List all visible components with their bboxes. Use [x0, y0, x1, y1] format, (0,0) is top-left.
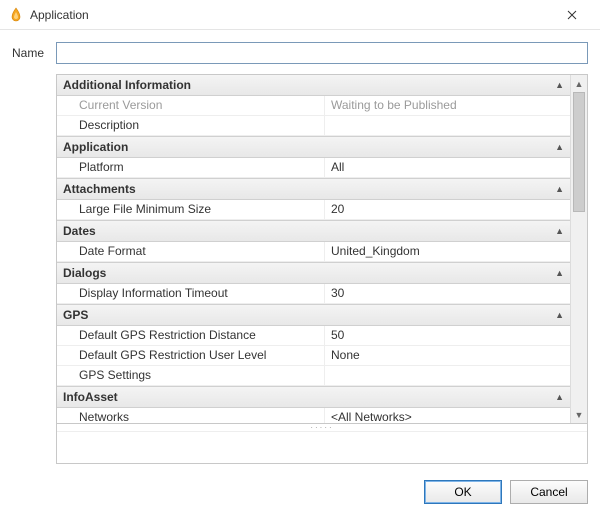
- property-row[interactable]: Default GPS Restriction Distance50: [57, 326, 570, 346]
- property-value[interactable]: All: [325, 158, 570, 177]
- category-label: Dates: [63, 224, 555, 238]
- category-label: Application: [63, 140, 555, 154]
- property-value[interactable]: United_Kingdom: [325, 242, 570, 261]
- property-key: GPS Settings: [57, 366, 325, 385]
- property-key: Networks: [57, 408, 325, 423]
- app-icon: [8, 7, 24, 23]
- property-value[interactable]: None: [325, 346, 570, 365]
- property-row[interactable]: PlatformAll: [57, 158, 570, 178]
- resize-handle[interactable]: ·····: [57, 424, 587, 432]
- titlebar: Application: [0, 0, 600, 30]
- category-header[interactable]: GPS▲: [57, 304, 570, 326]
- property-key: Description: [57, 116, 325, 135]
- button-row: OK Cancel: [0, 470, 600, 514]
- collapse-icon[interactable]: ▲: [555, 310, 564, 320]
- content: Name Additional Information▲Current Vers…: [0, 30, 600, 470]
- scroll-thumb[interactable]: [573, 92, 585, 212]
- property-value[interactable]: [325, 116, 570, 135]
- category-label: Dialogs: [63, 266, 555, 280]
- property-key: Date Format: [57, 242, 325, 261]
- name-row: Name: [12, 42, 588, 64]
- property-value[interactable]: [325, 366, 570, 385]
- property-grid-body[interactable]: Additional Information▲Current VersionWa…: [57, 75, 570, 423]
- category-label: GPS: [63, 308, 555, 322]
- property-row[interactable]: Current VersionWaiting to be Published: [57, 96, 570, 116]
- category-label: InfoAsset: [63, 390, 555, 404]
- scroll-up-icon[interactable]: ▲: [571, 75, 587, 92]
- property-value[interactable]: 50: [325, 326, 570, 345]
- scroll-down-icon[interactable]: ▼: [571, 406, 587, 423]
- category-header[interactable]: Dialogs▲: [57, 262, 570, 284]
- property-value[interactable]: 30: [325, 284, 570, 303]
- property-key: Large File Minimum Size: [57, 200, 325, 219]
- category-header[interactable]: Dates▲: [57, 220, 570, 242]
- property-grid: Additional Information▲Current VersionWa…: [56, 74, 588, 424]
- collapse-icon[interactable]: ▲: [555, 80, 564, 90]
- property-row[interactable]: Description: [57, 116, 570, 136]
- property-row[interactable]: GPS Settings: [57, 366, 570, 386]
- ok-button[interactable]: OK: [424, 480, 502, 504]
- name-input[interactable]: [56, 42, 588, 64]
- property-row[interactable]: Networks<All Networks>: [57, 408, 570, 423]
- collapse-icon[interactable]: ▲: [555, 184, 564, 194]
- property-key: Default GPS Restriction Distance: [57, 326, 325, 345]
- collapse-icon[interactable]: ▲: [555, 268, 564, 278]
- category-header[interactable]: InfoAsset▲: [57, 386, 570, 408]
- property-key: Default GPS Restriction User Level: [57, 346, 325, 365]
- property-value[interactable]: <All Networks>: [325, 408, 570, 423]
- scrollbar[interactable]: ▲ ▼: [570, 75, 587, 423]
- description-pane: ·····: [56, 424, 588, 464]
- property-value[interactable]: 20: [325, 200, 570, 219]
- category-label: Attachments: [63, 182, 555, 196]
- window-title: Application: [30, 8, 552, 22]
- close-button[interactable]: [552, 0, 592, 30]
- collapse-icon[interactable]: ▲: [555, 226, 564, 236]
- collapse-icon[interactable]: ▲: [555, 142, 564, 152]
- collapse-icon[interactable]: ▲: [555, 392, 564, 402]
- category-header[interactable]: Application▲: [57, 136, 570, 158]
- property-key: Display Information Timeout: [57, 284, 325, 303]
- cancel-button[interactable]: Cancel: [510, 480, 588, 504]
- category-header[interactable]: Attachments▲: [57, 178, 570, 200]
- name-label: Name: [12, 46, 56, 60]
- scroll-track[interactable]: [571, 92, 587, 406]
- property-row[interactable]: Display Information Timeout30: [57, 284, 570, 304]
- category-header[interactable]: Additional Information▲: [57, 75, 570, 96]
- property-row[interactable]: Default GPS Restriction User LevelNone: [57, 346, 570, 366]
- property-row[interactable]: Large File Minimum Size20: [57, 200, 570, 220]
- property-key: Current Version: [57, 96, 325, 115]
- property-key: Platform: [57, 158, 325, 177]
- category-label: Additional Information: [63, 78, 555, 92]
- property-value[interactable]: Waiting to be Published: [325, 96, 570, 115]
- property-row[interactable]: Date FormatUnited_Kingdom: [57, 242, 570, 262]
